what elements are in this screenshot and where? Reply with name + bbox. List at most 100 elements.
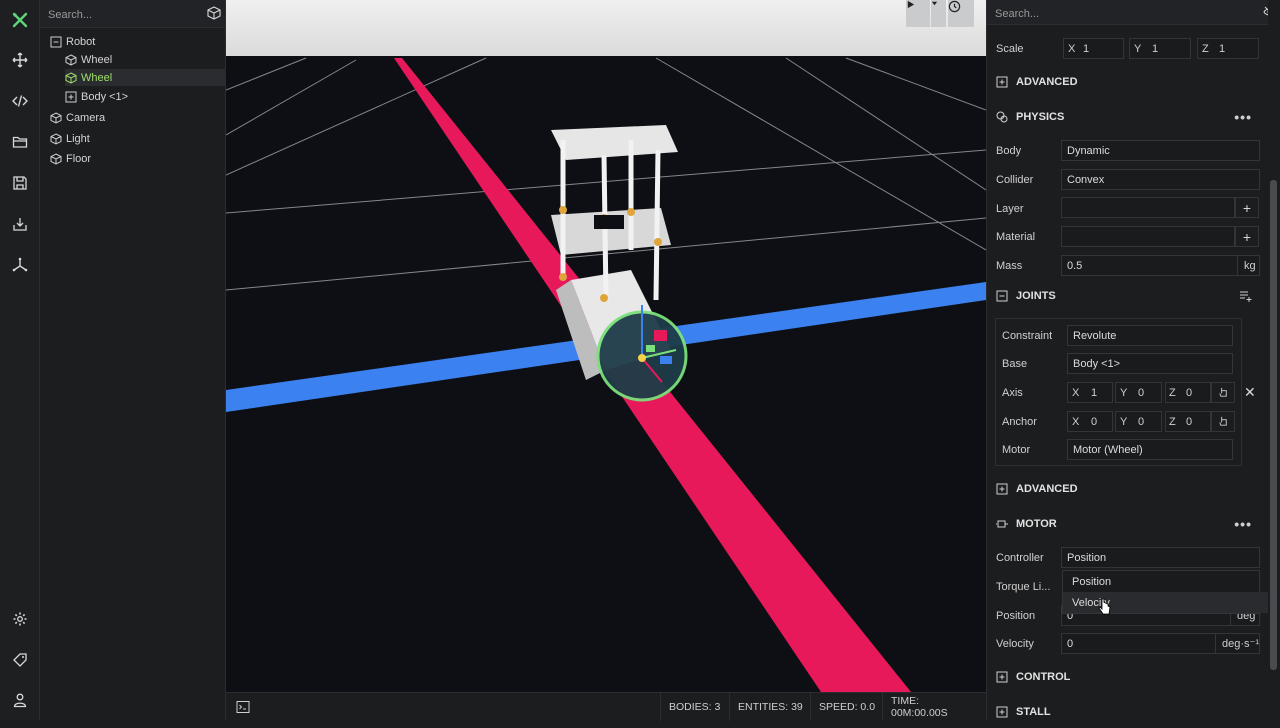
add-material-button[interactable]: + bbox=[1235, 226, 1259, 247]
entities-count: ENTITIES: 39 bbox=[729, 693, 811, 721]
play-button[interactable] bbox=[906, 0, 930, 27]
layer-label: Layer bbox=[996, 203, 1024, 215]
terminal-icon[interactable] bbox=[236, 700, 250, 714]
axis-pick-button[interactable] bbox=[1211, 382, 1235, 403]
section-physics[interactable]: PHYSICS ••• bbox=[987, 101, 1266, 133]
mass-field[interactable]: 0.5 bbox=[1061, 255, 1260, 276]
base-select[interactable]: Body <1> bbox=[1067, 353, 1233, 374]
tree-item-label: Floor bbox=[66, 152, 92, 165]
layer-field[interactable] bbox=[1061, 197, 1235, 218]
collapse-box-icon[interactable] bbox=[996, 290, 1008, 302]
dropdown-option-position[interactable]: Position bbox=[1063, 571, 1268, 592]
pointer-hand-icon bbox=[1218, 387, 1227, 397]
inspector-search-input[interactable] bbox=[993, 5, 1237, 22]
save-icon[interactable] bbox=[0, 169, 39, 197]
cube-icon bbox=[50, 111, 62, 124]
move-icon[interactable] bbox=[0, 46, 39, 74]
expand-box-icon[interactable] bbox=[65, 91, 77, 103]
dropdown-option-velocity[interactable]: Velocity bbox=[1063, 592, 1268, 613]
tree-item-body[interactable]: Body <1> bbox=[65, 88, 220, 105]
tree-item-label: Body <1> bbox=[81, 90, 129, 103]
tree-item-label: Wheel bbox=[81, 53, 113, 66]
tree-item-robot[interactable]: Robot bbox=[50, 33, 220, 50]
tag-icon[interactable] bbox=[0, 646, 39, 674]
section-title: MOTOR bbox=[1016, 518, 1057, 530]
more-options-icon[interactable]: ••• bbox=[1234, 109, 1252, 125]
cube-icon bbox=[65, 53, 77, 66]
material-field[interactable] bbox=[1061, 226, 1235, 247]
cube-icon bbox=[65, 71, 77, 84]
anchor-label: Anchor bbox=[1002, 416, 1037, 428]
tree-item-light[interactable]: Light bbox=[50, 130, 220, 147]
anchor-y-axis-label: Y bbox=[1120, 416, 1128, 428]
axis-y-axis-label: Y bbox=[1120, 387, 1128, 399]
status-bar: BODIES: 3 ENTITIES: 39 SPEED: 0.0 TIME: … bbox=[226, 692, 986, 721]
plus-icon: + bbox=[1242, 228, 1252, 245]
inspector-scrollbar[interactable] bbox=[1268, 0, 1280, 720]
expand-box-icon[interactable] bbox=[996, 483, 1008, 495]
scene-viewport[interactable] bbox=[226, 0, 986, 692]
tree-item-label: Robot bbox=[66, 35, 96, 48]
axis-x-value: 1 bbox=[1091, 387, 1098, 399]
sky bbox=[226, 0, 986, 60]
anchor-z-axis-label: Z bbox=[1169, 416, 1176, 428]
controller-dropdown-menu: Position Velocity bbox=[1062, 570, 1268, 614]
code-icon[interactable] bbox=[0, 87, 39, 115]
time-readout: TIME: 00M:00.00S bbox=[882, 693, 986, 721]
motor-select[interactable]: Motor (Wheel) bbox=[1067, 439, 1233, 460]
section-joints[interactable]: JOINTS bbox=[987, 280, 1266, 312]
add-layer-button[interactable]: + bbox=[1235, 197, 1259, 218]
mass-unit: kg bbox=[1237, 255, 1256, 276]
torque-limit-label: Torque Li... bbox=[996, 581, 1051, 593]
section-title: STALL bbox=[1016, 706, 1051, 718]
add-joint-icon[interactable] bbox=[1240, 290, 1252, 302]
user-icon[interactable] bbox=[0, 686, 39, 714]
axis-label: Axis bbox=[1002, 387, 1023, 399]
tree-item-floor[interactable]: Floor bbox=[50, 150, 220, 167]
scale-z-value: 1 bbox=[1219, 43, 1226, 55]
expand-box-icon[interactable] bbox=[996, 706, 1008, 718]
hierarchy-search-input[interactable] bbox=[46, 6, 200, 23]
section-title: JOINTS bbox=[1016, 290, 1056, 302]
expand-box-icon[interactable] bbox=[50, 36, 62, 48]
expand-box-icon[interactable] bbox=[996, 76, 1008, 88]
constraint-label: Constraint bbox=[1002, 330, 1053, 342]
body-label: Body bbox=[996, 145, 1022, 157]
section-advanced-joint[interactable]: ADVANCED bbox=[987, 473, 1266, 505]
controller-select[interactable]: Position bbox=[1061, 547, 1260, 568]
base-label: Base bbox=[1002, 358, 1028, 370]
cube-icon[interactable] bbox=[207, 6, 221, 20]
play-options-button[interactable] bbox=[931, 0, 946, 27]
collider-label: Collider bbox=[996, 174, 1034, 186]
constraint-select[interactable]: Revolute bbox=[1067, 325, 1233, 346]
download-icon[interactable] bbox=[0, 210, 39, 238]
axis-x-axis-label: X bbox=[1072, 387, 1080, 399]
inspector-search bbox=[987, 0, 1280, 25]
more-options-icon[interactable]: ••• bbox=[1234, 516, 1252, 532]
section-motor[interactable]: MOTOR ••• bbox=[987, 508, 1266, 540]
expand-box-icon[interactable] bbox=[996, 671, 1008, 683]
app-logo-icon[interactable] bbox=[0, 6, 39, 34]
axes-icon[interactable] bbox=[0, 251, 39, 279]
section-control[interactable]: CONTROL bbox=[987, 661, 1266, 693]
motor-icon bbox=[995, 518, 1008, 530]
folder-icon[interactable] bbox=[0, 128, 39, 156]
tree-item-wheel-1[interactable]: Wheel bbox=[65, 51, 220, 68]
left-toolbar bbox=[0, 0, 40, 720]
scale-y-axis-label: Y bbox=[1134, 43, 1142, 55]
material-label: Material bbox=[996, 231, 1036, 243]
collider-select[interactable]: Convex bbox=[1061, 169, 1260, 190]
history-button[interactable] bbox=[948, 0, 974, 27]
scene-render bbox=[226, 0, 986, 692]
body-select[interactable]: Dynamic bbox=[1061, 140, 1260, 161]
hierarchy-search bbox=[40, 0, 225, 28]
settings-icon[interactable] bbox=[0, 605, 39, 633]
anchor-pick-button[interactable] bbox=[1211, 411, 1235, 432]
scrollbar-thumb[interactable] bbox=[1270, 180, 1277, 670]
tree-item-camera[interactable]: Camera bbox=[50, 109, 220, 126]
section-stall[interactable]: STALL bbox=[987, 696, 1266, 728]
section-advanced-transform[interactable]: ADVANCED bbox=[987, 66, 1266, 98]
play-icon bbox=[907, 0, 915, 9]
controller-label: Controller bbox=[996, 552, 1044, 564]
remove-joint-icon[interactable]: ✕ bbox=[1244, 384, 1256, 400]
